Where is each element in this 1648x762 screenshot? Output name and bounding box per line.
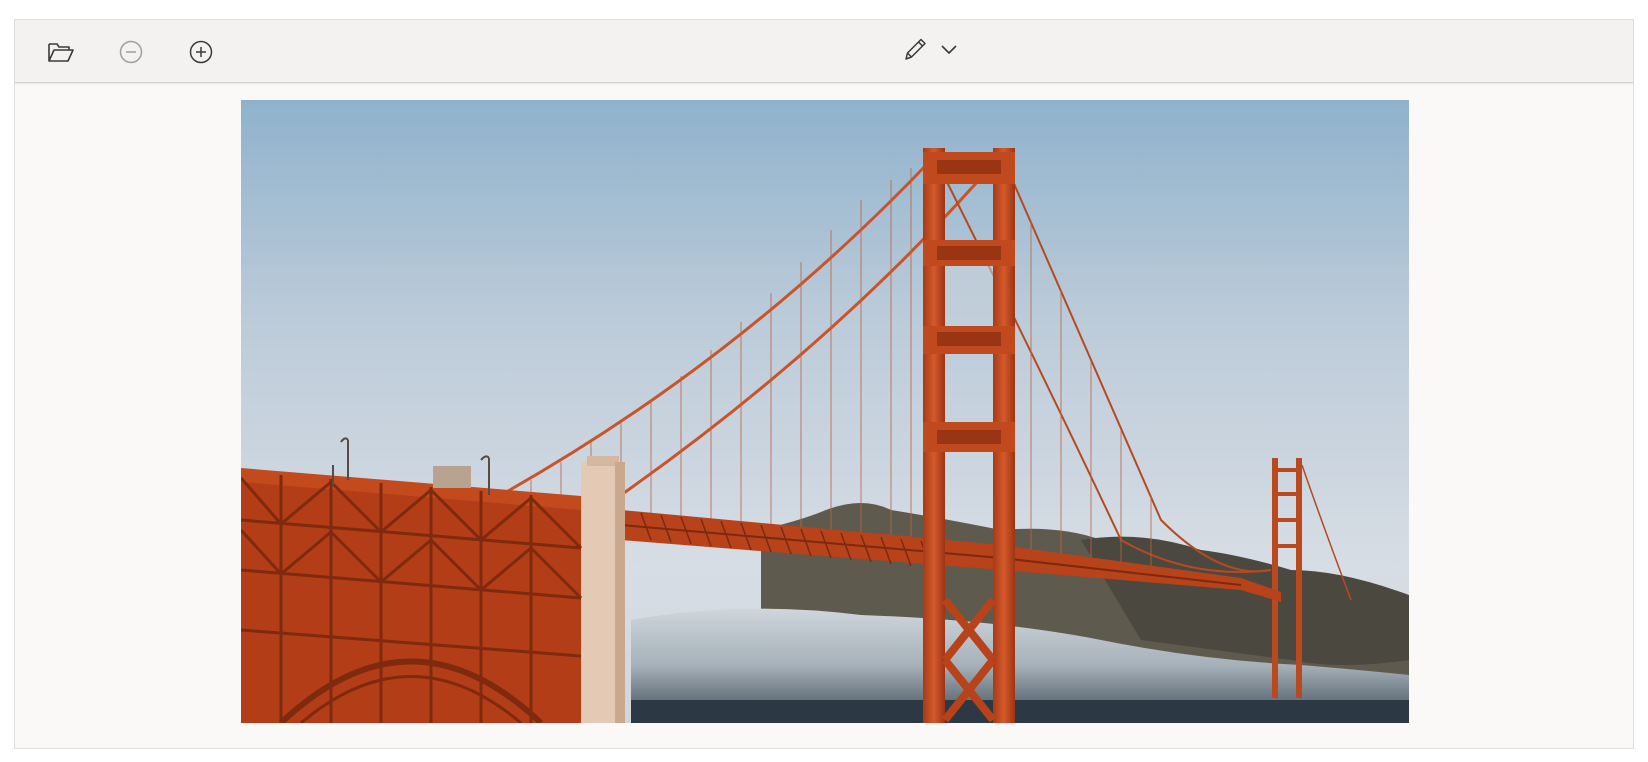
zoom-in-icon <box>189 40 213 64</box>
golden-gate-bridge-photo <box>241 100 1409 723</box>
draw-options-button[interactable] <box>937 34 961 64</box>
pencil-icon <box>905 38 926 60</box>
zoom-out-icon <box>119 40 143 64</box>
open-file-button[interactable] <box>45 37 77 67</box>
chevron-down-icon <box>941 45 957 54</box>
folder-open-icon <box>48 43 74 62</box>
toolbar <box>15 20 1633 83</box>
bridge-image <box>241 100 1409 723</box>
draw-button[interactable] <box>899 34 931 64</box>
zoom-out-button[interactable] <box>115 37 147 67</box>
image-viewer-window <box>14 19 1634 749</box>
image-canvas[interactable] <box>15 83 1633 748</box>
zoom-in-button[interactable] <box>185 37 217 67</box>
